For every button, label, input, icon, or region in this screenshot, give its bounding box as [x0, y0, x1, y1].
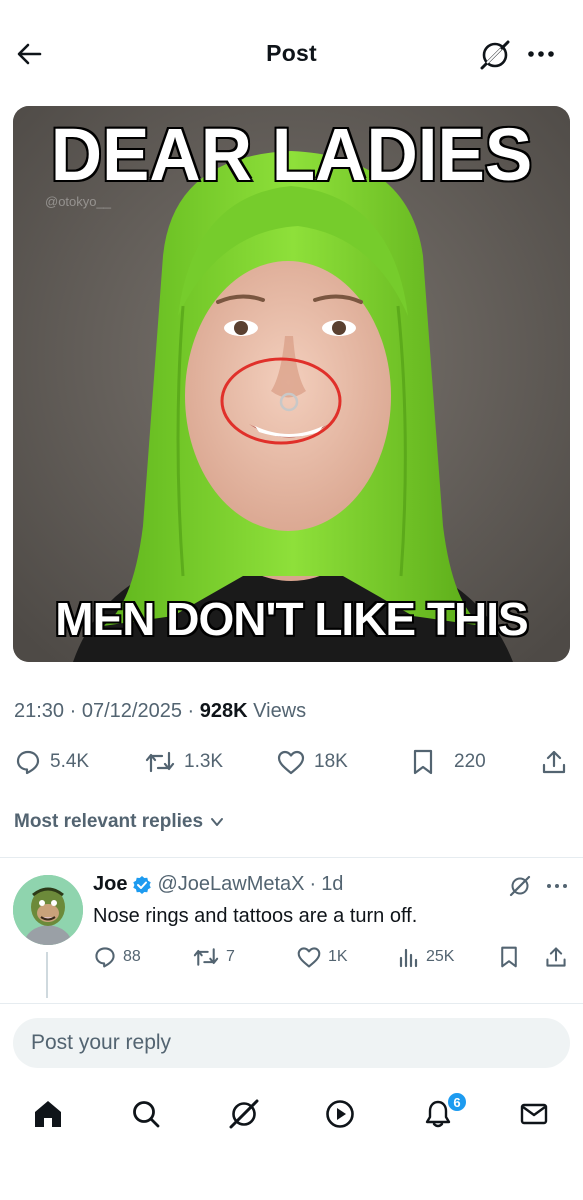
reply-separator: ·: [309, 873, 317, 895]
reply-author-handle[interactable]: @JoeLawMetaX: [157, 873, 304, 896]
search-icon: [133, 1101, 160, 1128]
more-horizontal-icon: [547, 884, 567, 888]
reply-author-name[interactable]: Joe: [93, 873, 127, 896]
reply-share-button[interactable]: [544, 942, 568, 972]
more-horizontal-icon: [528, 51, 554, 57]
post-date: 07/12/2025: [81, 700, 182, 722]
post-time: 21:30: [14, 700, 65, 722]
reply-count: 5.4K: [50, 751, 90, 772]
reply-like-count: 1K: [328, 948, 348, 965]
avatar[interactable]: [13, 875, 83, 945]
meta-separator: ·: [69, 700, 77, 722]
post-image[interactable]: @otokyo__ DEAR LADIES MEN DON'T LIKE THI…: [13, 106, 570, 662]
grok-icon: [480, 40, 510, 70]
meme-bottom-caption: MEN DON'T LIKE THIS: [53, 593, 530, 645]
reply-views-count: 25K: [426, 948, 455, 965]
verified-badge-icon: [133, 875, 152, 894]
nav-home[interactable]: [28, 1094, 68, 1134]
reply-text: Nose rings and tattoos are a turn off.: [93, 905, 418, 927]
home-icon: [35, 1101, 61, 1127]
grok-button[interactable]: [478, 38, 512, 72]
more-options-button[interactable]: [524, 40, 558, 68]
reply-bookmark-button[interactable]: [498, 942, 520, 972]
reply-like-button[interactable]: 1K: [296, 942, 348, 972]
divider: [0, 1003, 583, 1004]
reply-views-button[interactable]: 25K: [398, 942, 454, 972]
bookmark-icon: [413, 749, 433, 775]
nav-grok[interactable]: [224, 1094, 264, 1134]
bookmark-count: 220: [454, 751, 486, 772]
reply-sort-dropdown[interactable]: Most relevant replies: [14, 811, 225, 833]
thread-line: [46, 952, 48, 998]
video-icon: [326, 1100, 354, 1128]
chevron-down-icon: [211, 818, 224, 826]
reply-reply-button[interactable]: 88: [93, 942, 141, 972]
reply-input[interactable]: [13, 1018, 570, 1068]
post-meta: 21:30 · 07/12/2025 · 928K Views: [14, 700, 306, 723]
top-bar: Post: [0, 0, 583, 100]
reply-repost-count: 7: [226, 948, 235, 965]
repost-count: 1.3K: [184, 751, 224, 772]
bookmark-icon: [501, 946, 517, 968]
grok-icon: [229, 1099, 259, 1129]
messages-icon: [520, 1103, 548, 1125]
share-icon: [542, 750, 566, 774]
repost-icon: [193, 948, 219, 966]
divider: [0, 857, 583, 858]
comment-icon: [95, 947, 115, 968]
nav-search[interactable]: [126, 1094, 166, 1134]
sort-label: Most relevant replies: [14, 811, 204, 832]
grok-icon: [509, 875, 531, 897]
comment-icon: [16, 750, 40, 775]
views-count: 928K: [199, 700, 248, 722]
heart-icon: [277, 750, 305, 775]
reply-grok-button[interactable]: [508, 874, 532, 898]
reply-header: Joe @JoeLawMetaX · 1d: [93, 873, 343, 896]
meta-separator: ·: [187, 700, 195, 722]
like-button[interactable]: 18K: [276, 742, 348, 782]
image-watermark: @otokyo__: [45, 194, 111, 209]
heart-icon: [297, 947, 321, 968]
reply-repost-button[interactable]: 7: [192, 942, 235, 972]
nav-messages[interactable]: [514, 1094, 554, 1134]
analytics-icon: [399, 948, 418, 968]
ape-avatar-image: [13, 875, 83, 945]
views-label: Views: [253, 700, 307, 722]
reply-button[interactable]: 5.4K: [14, 742, 89, 782]
repost-icon: [145, 751, 175, 773]
share-icon: [546, 947, 566, 967]
repost-button[interactable]: 1.3K: [144, 742, 223, 782]
bookmark-button[interactable]: 220: [410, 742, 486, 782]
post-actions: 5.4K 1.3K 18K 220: [0, 742, 583, 782]
reply-time: 1d: [321, 873, 344, 895]
reply-reply-count: 88: [123, 948, 141, 965]
notifications-badge: 6: [447, 1092, 467, 1112]
meme-top-caption: DEAR LADIES: [49, 113, 534, 196]
reply-more-button[interactable]: [544, 878, 570, 894]
like-count: 18K: [314, 751, 348, 772]
nav-video[interactable]: [320, 1094, 360, 1134]
share-button[interactable]: [540, 742, 568, 782]
